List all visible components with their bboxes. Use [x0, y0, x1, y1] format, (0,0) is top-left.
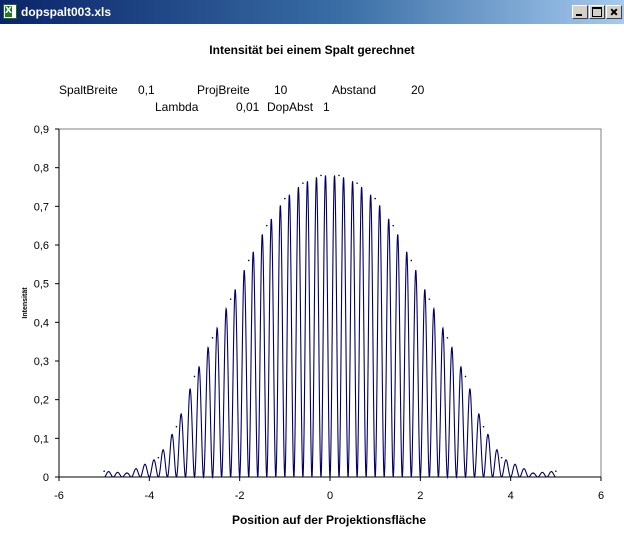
peak-point: [193, 375, 196, 378]
y-axis-label: Intensität: [22, 287, 29, 319]
y-tick-label: 0,1: [34, 433, 49, 445]
peak-point: [284, 197, 286, 200]
plot-area-border: [58, 128, 602, 478]
y-tick-label: 0: [43, 472, 49, 484]
x-tick-label: 4: [508, 490, 514, 502]
peak-point: [302, 182, 304, 184]
y-tick-label: 0,3: [34, 356, 49, 368]
y-tick-label: 0,7: [34, 201, 49, 213]
y-tick-label: 0,6: [34, 240, 49, 252]
peak-point: [229, 298, 232, 300]
peak-point: [555, 470, 557, 473]
peak-point: [446, 337, 449, 339]
y-tick-label: 0,8: [34, 163, 49, 175]
peak-point: [500, 456, 503, 459]
x-tick-label: -4: [144, 490, 154, 502]
y-tick-label: 0,5: [34, 279, 49, 291]
y-tick-label: 0,4: [34, 317, 49, 329]
peak-point: [428, 298, 431, 300]
intensity-chart: -6 -4 -2 0 2 4 6 0 0,1 0,2 0,3 0,4 0,5 0,6 0,7 0,8 0,9 P…: [22, 124, 604, 527]
peak-point: [247, 259, 250, 262]
peak-point: [392, 224, 395, 227]
x-tick-label: 2: [417, 490, 423, 502]
peak-points: [103, 174, 557, 474]
x-tick-label: -6: [54, 490, 64, 502]
peak-point: [157, 456, 160, 459]
intensity-series-line: [104, 175, 556, 480]
chart-axes: [58, 128, 602, 478]
peak-point: [410, 259, 413, 262]
peak-point: [125, 472, 128, 474]
peak-point: [532, 472, 535, 474]
peak-point: [265, 224, 268, 227]
peak-point: [482, 425, 485, 428]
peak-point: [320, 174, 322, 177]
peak-point: [103, 470, 105, 473]
y-tick-label: 0,2: [34, 395, 49, 407]
excel-window: X dopspalt003.xls Intensität bei einem S…: [0, 0, 624, 537]
peak-point: [211, 337, 214, 339]
x-axis-label: Position auf der Projektionsfläche: [232, 513, 426, 527]
x-tick-label: -2: [235, 490, 245, 502]
x-tick-label: 0: [327, 490, 333, 502]
peak-point: [356, 182, 358, 184]
peak-point: [464, 375, 467, 378]
x-tick-label: 6: [598, 490, 604, 502]
y-tick-label: 0,9: [34, 124, 49, 136]
peak-point: [175, 425, 178, 428]
peak-point: [374, 197, 376, 200]
peak-point: [338, 174, 340, 177]
